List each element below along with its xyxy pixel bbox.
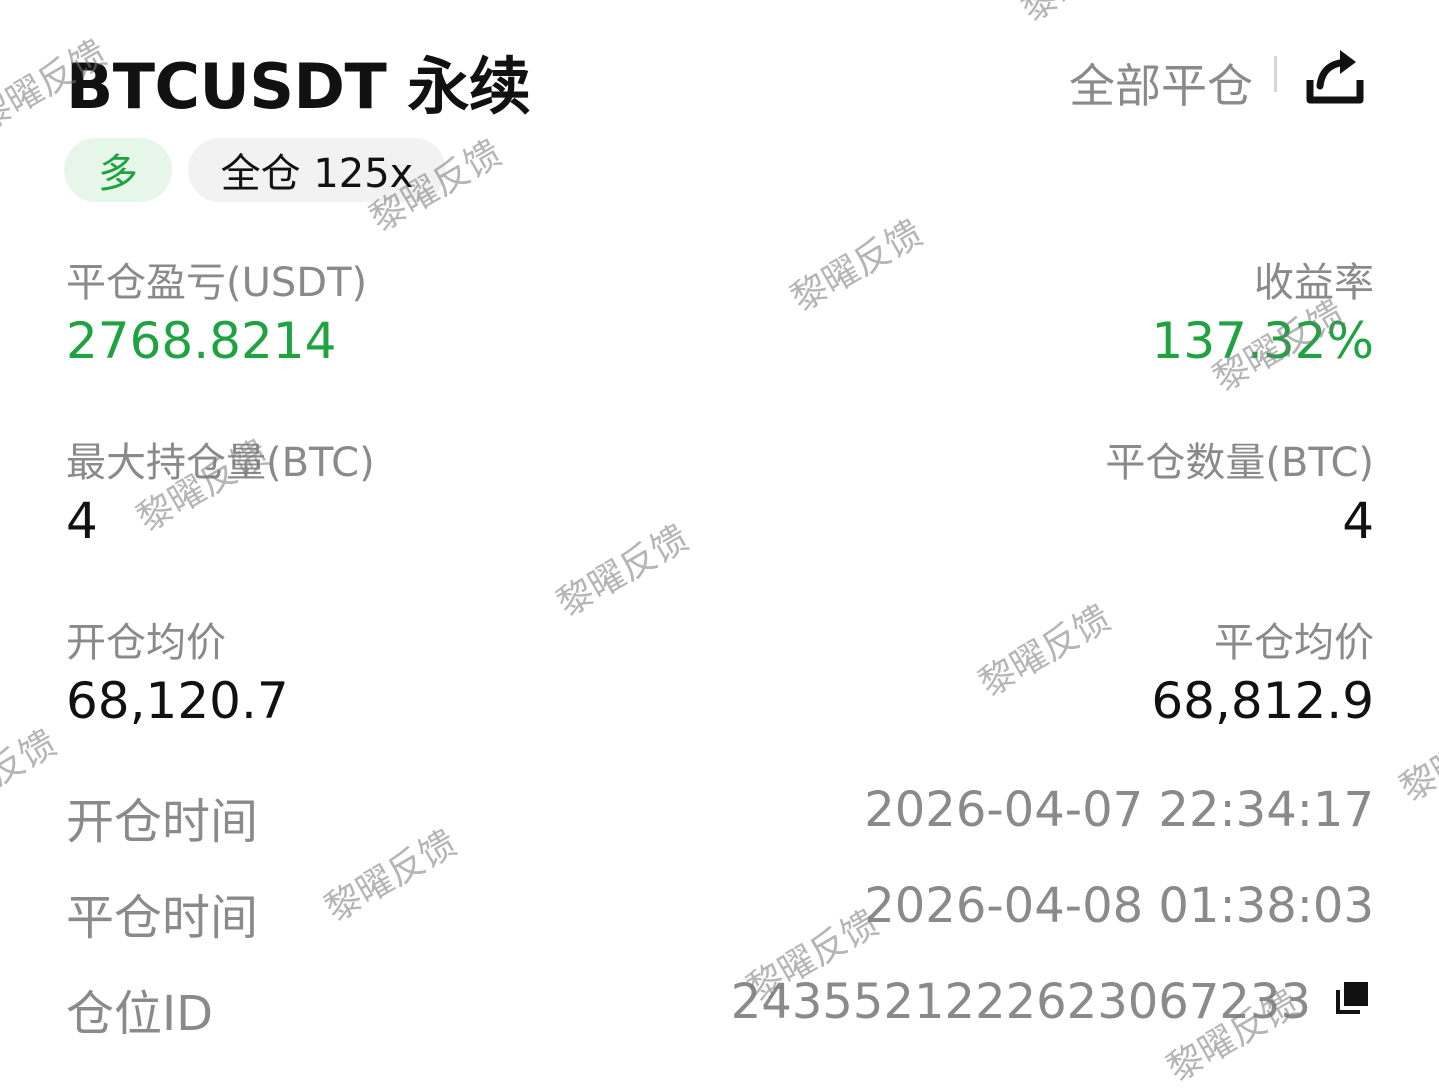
position-id-value: 2435521222623067233 [730, 974, 1311, 1030]
realized-pnl-value: 2768.8214 [66, 312, 337, 370]
close-time-label: 平仓时间 [66, 890, 259, 946]
entry-price-label: 开仓均价 [66, 620, 226, 666]
watermark: 黎曜反馈 [784, 212, 930, 321]
roi-value: 137.32% [1151, 312, 1374, 370]
position-id-label: 仓位ID [66, 986, 214, 1042]
watermark: 黎曜反馈 [1010, 0, 1161, 32]
watermark: 黎曜反馈 [550, 517, 696, 626]
page-title: BTCUSDT 永续 [66, 50, 531, 123]
share-icon[interactable] [1302, 42, 1368, 108]
copy-icon[interactable] [1334, 980, 1370, 1016]
max-position-label: 最大持仓量(BTC) [66, 440, 375, 486]
realized-pnl-label: 平仓盈亏(USDT) [66, 260, 368, 306]
exit-price-label: 平仓均价 [1214, 620, 1374, 666]
margin-mode-label: 全仓 125x [220, 151, 414, 197]
max-position-value: 4 [66, 492, 98, 550]
open-time-label: 开仓时间 [66, 794, 259, 850]
watermark: 黎曜反馈 [1393, 702, 1439, 811]
exit-price-value: 68,812.9 [1151, 672, 1374, 730]
roi-label: 收益率 [1254, 260, 1374, 306]
closed-qty-label: 平仓数量(BTC) [1105, 440, 1374, 486]
watermark: 黎曜反馈 [0, 722, 64, 831]
close-time-value: 2026-04-08 01:38:03 [864, 878, 1374, 934]
closed-qty-value: 4 [1342, 492, 1374, 550]
watermark: 黎曜反馈 [318, 822, 464, 931]
open-time-value: 2026-04-07 22:34:17 [864, 782, 1374, 838]
entry-price-value: 68,120.7 [66, 672, 289, 730]
margin-mode-badge: 全仓 125x [188, 138, 446, 202]
direction-badge: 多 [64, 138, 172, 202]
close-all-button[interactable]: 全部平仓 [1069, 50, 1253, 116]
direction-label: 多 [98, 151, 138, 197]
header-divider [1274, 56, 1277, 92]
watermark: 黎曜反馈 [972, 597, 1118, 706]
